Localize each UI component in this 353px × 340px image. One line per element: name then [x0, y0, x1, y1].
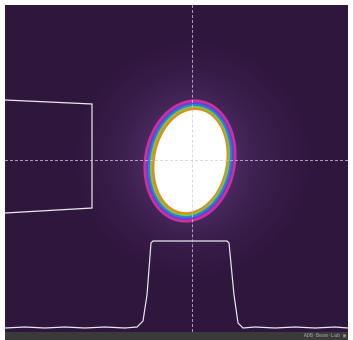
crosshair-vertical	[192, 5, 193, 332]
horizontal-profile-trace	[5, 240, 348, 329]
beam-image-viewport[interactable]	[5, 5, 348, 332]
vertical-profile-trace	[5, 99, 93, 214]
status-bar-text: ADB·Beam·Lab ▣	[303, 333, 346, 339]
crosshair-horizontal	[5, 160, 348, 161]
beam-profiler-window: ADB·Beam·Lab ▣	[0, 0, 353, 340]
beam-visualization	[5, 71, 348, 329]
status-bar: ADB·Beam·Lab ▣	[5, 332, 348, 340]
